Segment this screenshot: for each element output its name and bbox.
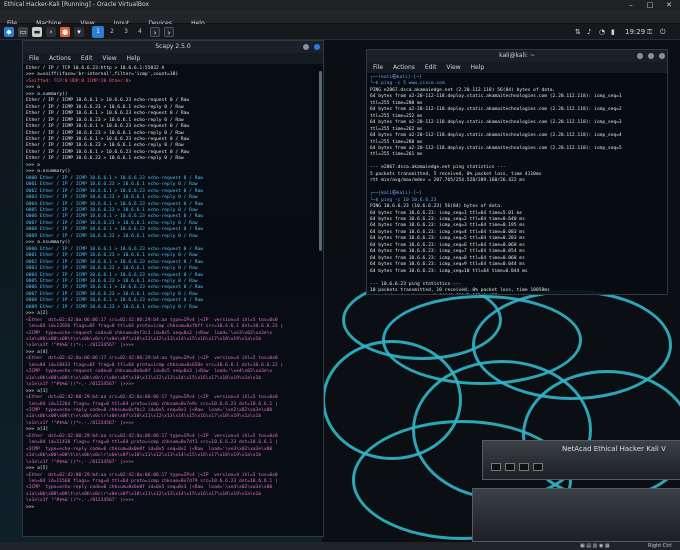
vbox-statusbar: ▣ ▤ ▥ ◉ ▦ Right Ctrl [0, 542, 680, 550]
kali-menubar: File Actions Edit View Help [367, 62, 667, 73]
notification-icon[interactable]: ◔ [599, 27, 605, 37]
wallpaper-sign-text: NetAcad Ethical Hacker Kali V [562, 445, 666, 453]
vbox-titlebar: Ethical Hacker-Kali [Running] - Oracle V… [0, 0, 680, 10]
rack-switch [472, 488, 680, 542]
menu-file[interactable]: File [29, 55, 39, 62]
clock[interactable]: 19:29 [625, 27, 645, 37]
maximize-button[interactable]: □ [641, 0, 659, 10]
scapy-terminal-output[interactable]: Ether / IP / TCP 10.6.6.23:http > 10.6.6… [23, 64, 323, 536]
kali-top-panel: ◆ ▭ ▬ › ● ▾ 1 2 3 4 › › ⇅ ♪ ◔ ▮ 19:29 ⚿ … [0, 24, 680, 40]
menu-view[interactable]: View [446, 64, 460, 71]
status-icons: ▣ ▤ ▥ ◉ ▦ [580, 543, 610, 549]
terminal-line: >>> [26, 504, 38, 510]
menu-edit[interactable]: Edit [425, 64, 437, 71]
dropdown-icon[interactable]: ▾ [74, 27, 84, 37]
kali-window-title: kali@kali: ~ [499, 52, 535, 59]
window-switcher-icon[interactable]: ▭ [18, 27, 28, 37]
minimize-button[interactable] [303, 44, 309, 50]
port [505, 463, 515, 471]
task-terminal-icon[interactable]: › [150, 27, 160, 37]
workspace-3[interactable]: 3 [120, 26, 132, 38]
terminal-line: 64 bytes from a2-20-112-118.deploy.stati… [370, 94, 622, 100]
battery-icon: ▮ [611, 28, 615, 36]
close-button[interactable]: ✕ [660, 0, 678, 10]
power-icon[interactable]: ⏻ [660, 27, 666, 37]
scapy-terminal-window[interactable]: Scapy 2.5.0 File Actions Edit View Help … [22, 40, 324, 537]
scapy-menubar: File Actions Edit View Help [23, 53, 323, 64]
port [533, 463, 543, 471]
scapy-window-title: Scapy 2.5.0 [155, 43, 191, 50]
menu-file[interactable]: File [373, 64, 383, 71]
kali-terminal-output[interactable]: ┌──(kali㉿kali)-[~] └─$ ping -c 5 www.cisc… [367, 73, 667, 294]
terminal-line: <Ether dst=02:42:80:29:b4:aa src=02:42:0… [26, 395, 278, 401]
vbox-menubar: File Machine View Input Devices Help [0, 10, 680, 27]
host-key-label: Right Ctrl [648, 543, 672, 549]
kali-titlebar[interactable]: kali@kali: ~ [367, 50, 667, 62]
kali-menu-icon[interactable]: ◆ [4, 27, 14, 37]
close-button[interactable] [659, 53, 665, 59]
terminal-line: <Ether dst=02:42:0a:06:06:17 src=02:42:8… [26, 356, 278, 362]
close-button[interactable] [314, 44, 320, 50]
terminal-line: 64 bytes from a2-20-112-118.deploy.stati… [370, 133, 622, 139]
lock-icon[interactable]: ⚿ [647, 27, 652, 37]
workspace-2[interactable]: 2 [106, 26, 118, 38]
menu-help[interactable]: Help [127, 55, 141, 62]
menu-edit[interactable]: Edit [81, 55, 93, 62]
terminal-line: len=84 id=12656 flags=DF frag=0 ttl=64 p… [26, 324, 284, 330]
file-manager-icon[interactable]: ▬ [32, 27, 42, 37]
terminal-line: len=84 id=11438 flags= frag=0 ttl=64 pro… [26, 440, 278, 446]
scapy-titlebar[interactable]: Scapy 2.5.0 [23, 41, 323, 53]
network-icon[interactable]: ⇅ [575, 27, 581, 37]
task-terminal-2-icon[interactable]: › [164, 27, 174, 37]
minimize-button[interactable]: – [622, 0, 640, 10]
workspace-1[interactable]: 1 [92, 26, 104, 38]
kali-terminal-window[interactable]: kali@kali: ~ File Actions Edit View Help… [366, 49, 668, 295]
menu-help[interactable]: Help [471, 64, 485, 71]
menu-actions[interactable]: Actions [393, 64, 415, 71]
terminal-line: 64 bytes from a2-20-112-118.deploy.stati… [370, 120, 622, 126]
menu-view[interactable]: View [102, 55, 116, 62]
terminal-line: 64 bytes from a2-20-112-118.deploy.stati… [370, 107, 622, 113]
workspace-4[interactable]: 4 [134, 26, 146, 38]
port [519, 463, 529, 471]
terminal-icon[interactable]: › [46, 27, 56, 37]
scrollbar[interactable] [319, 71, 322, 251]
port [491, 463, 501, 471]
desktop: NetAcad Ethical Hacker Kali V Scapy 2.5.… [0, 40, 680, 542]
volume-icon[interactable]: ♪ [587, 27, 591, 37]
minimize-button[interactable] [637, 53, 643, 59]
firefox-icon[interactable]: ● [60, 27, 70, 37]
menu-actions[interactable]: Actions [49, 55, 71, 62]
window-title: Ethical Hacker-Kali [Running] - Oracle V… [4, 1, 150, 8]
maximize-button[interactable] [648, 53, 654, 59]
